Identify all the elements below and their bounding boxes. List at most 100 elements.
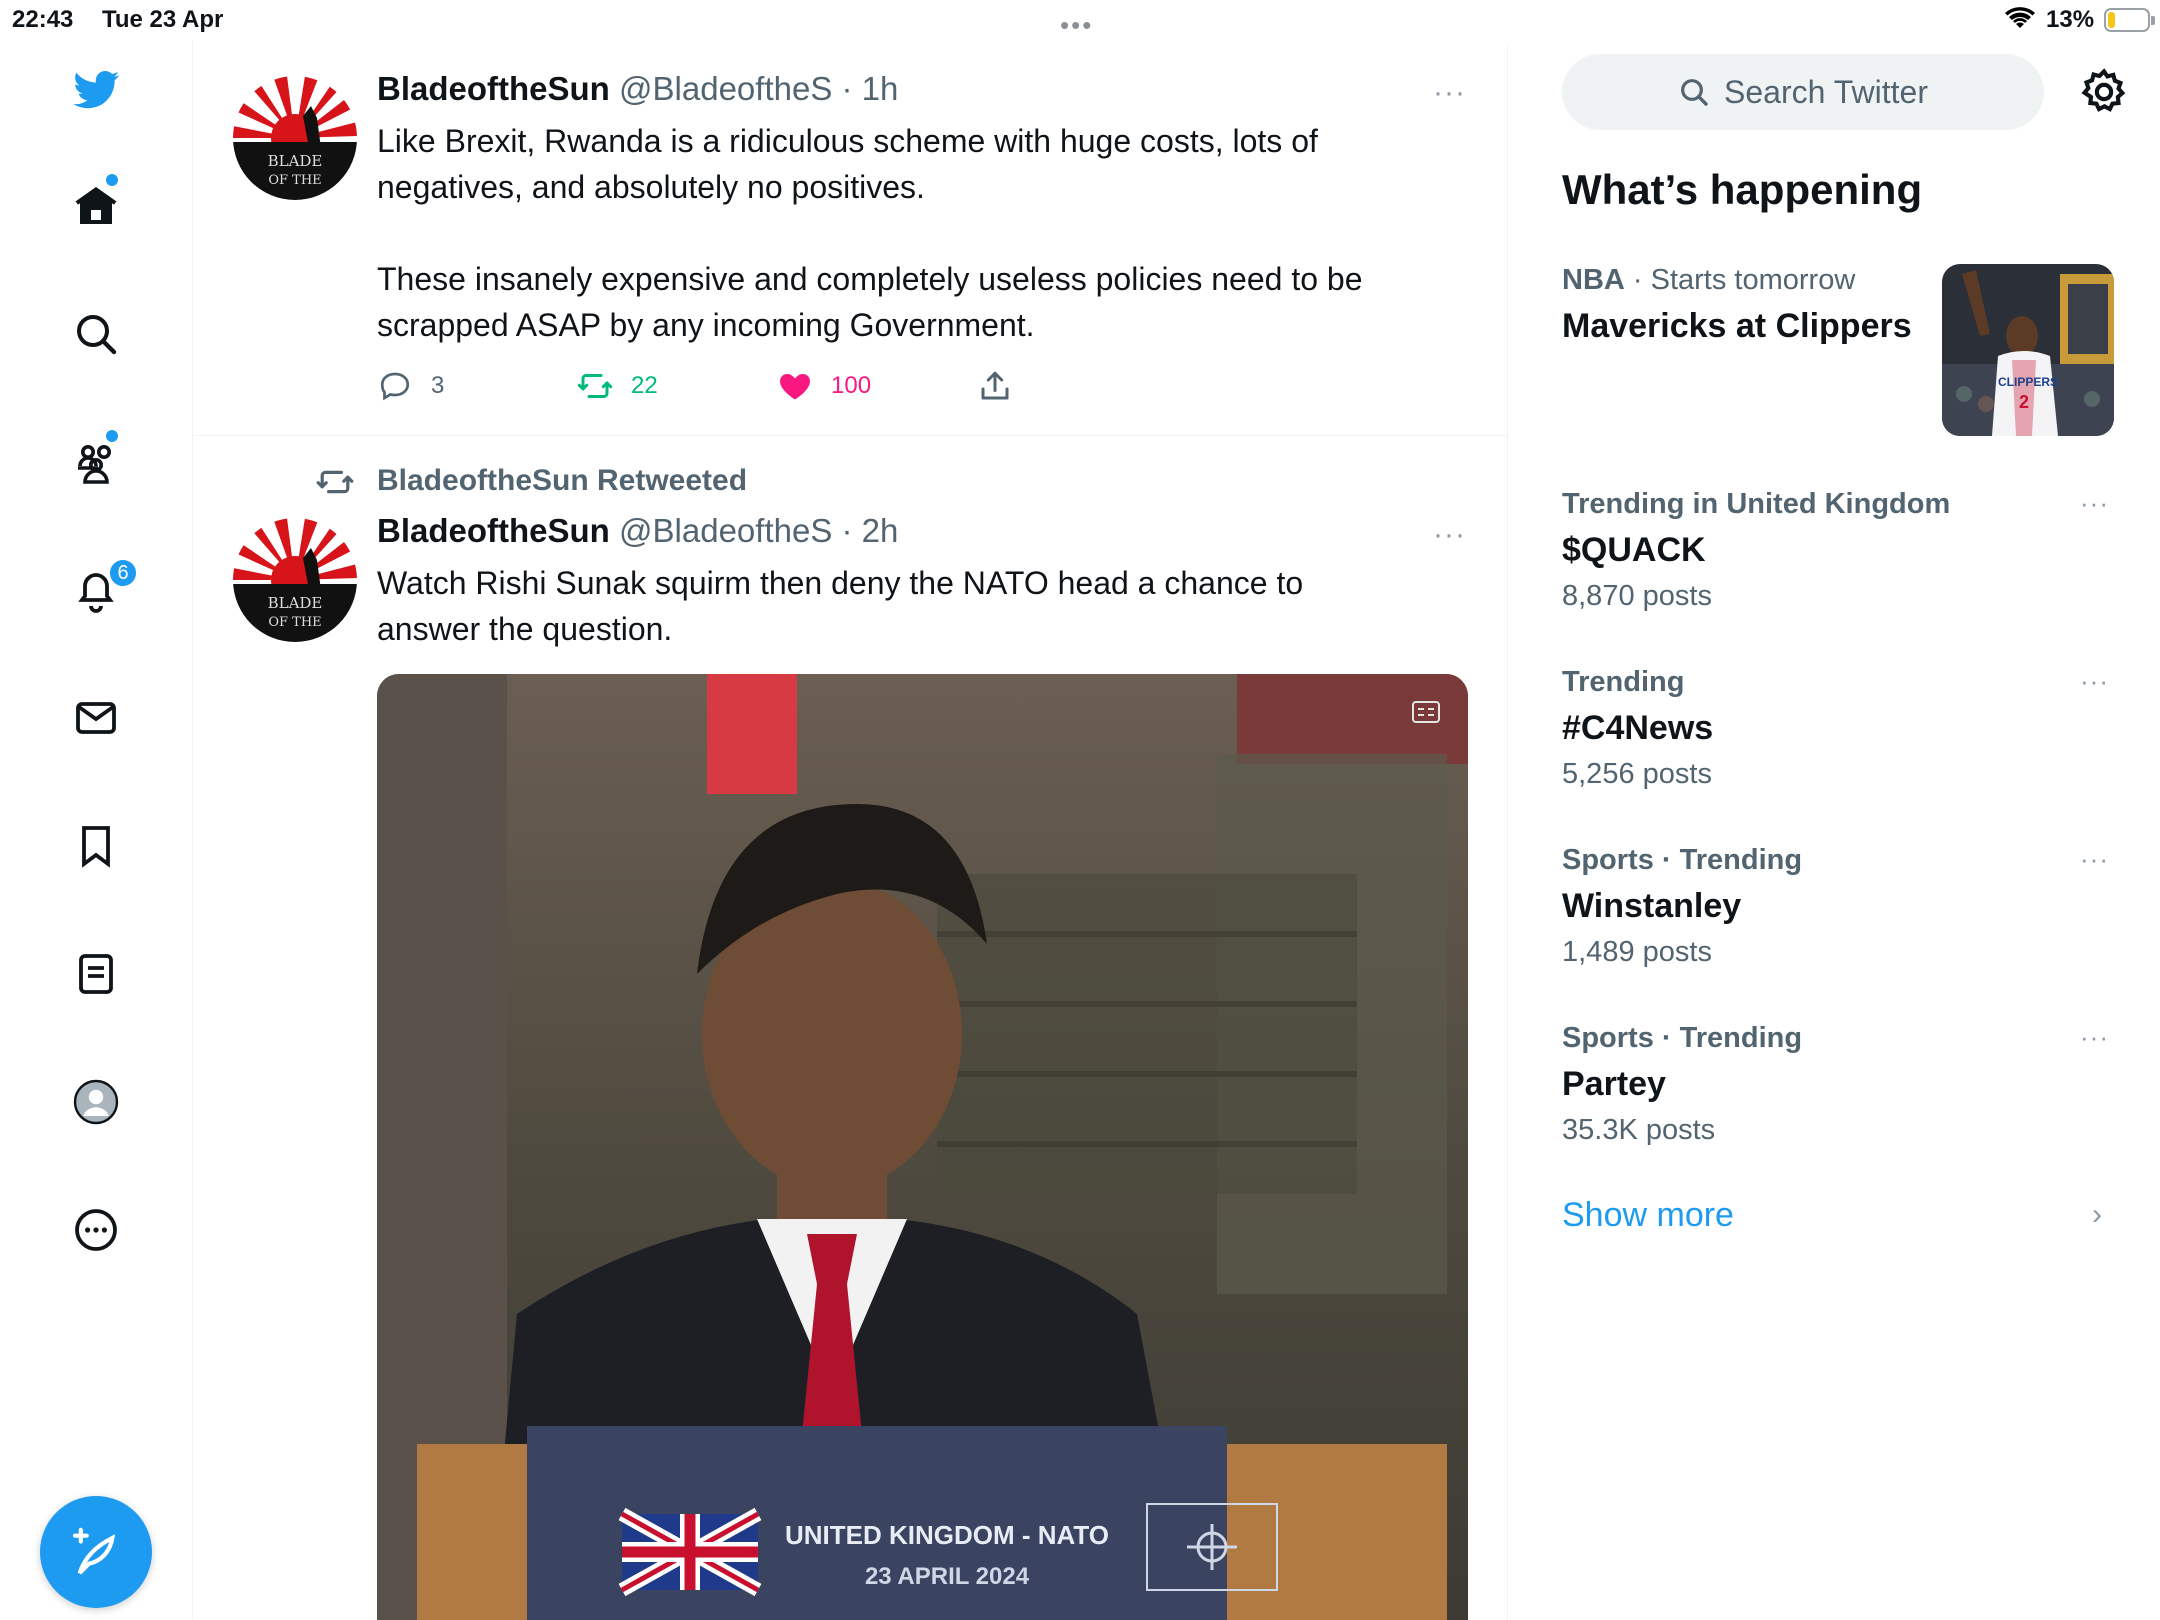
author-name[interactable]: BladeoftheSun: [377, 512, 610, 549]
like-button[interactable]: 100: [777, 368, 871, 404]
podium-caption-line1: UNITED KINGDOM - NATO: [785, 1520, 1109, 1550]
trend-title: Partey: [1562, 1065, 1666, 1103]
trend-item[interactable]: Sports · Trending Partey 35.3K posts: [1562, 1022, 2122, 1147]
tweet-text: Like Brexit, Rwanda is a ridiculous sche…: [377, 118, 1477, 348]
trend-category: Sports · Trending: [1562, 844, 1803, 876]
tweet-video[interactable]: UNITED KINGDOM - NATO 23 APRIL 2024: [377, 674, 1468, 1620]
trend-thumbnail[interactable]: CLIPPERS 2: [1942, 264, 2114, 436]
right-sidebar: Search Twitter What’s happening NBA · St…: [1508, 40, 2160, 1620]
tweet-more-button[interactable]: ···: [1433, 518, 1466, 552]
trend-post-count: 35.3K posts: [1562, 1114, 1716, 1146]
retweet-icon: [577, 374, 613, 398]
bookmarks-icon[interactable]: [60, 810, 132, 882]
trend-more-button[interactable]: ···: [2080, 488, 2109, 519]
tweet-text-line: negatives, and absolutely no positives.: [377, 169, 925, 205]
whats-happening-heading: What’s happening: [1562, 166, 1923, 213]
wifi-icon: [2005, 7, 2035, 28]
author-name[interactable]: BladeoftheSun: [377, 70, 610, 107]
author-handle[interactable]: @BladeoftheS: [619, 70, 832, 107]
trend-item[interactable]: Trending in United Kingdom $QUACK 8,870 …: [1562, 488, 2122, 613]
divider: [193, 435, 1508, 436]
communities-unread-dot: [106, 430, 118, 442]
tweet-time[interactable]: · 2h: [832, 512, 898, 549]
author-handle[interactable]: @BladeoftheS: [619, 512, 832, 549]
search-placeholder: Search Twitter: [1724, 73, 1928, 110]
battery-percent: 13%: [2046, 6, 2095, 33]
trend-item[interactable]: Sports · Trending Winstanley 1,489 posts: [1562, 844, 2122, 969]
trend-meta: Sports · Trending: [1562, 844, 2122, 877]
svg-text:BLADE: BLADE: [268, 594, 323, 612]
tweet-header: BladeoftheSun @BladeoftheS · 1h: [377, 70, 898, 108]
trend-title: $QUACK: [1562, 531, 1706, 569]
search-input[interactable]: Search Twitter: [1562, 54, 2044, 130]
trend-meta: Sports · Trending: [1562, 1022, 2122, 1055]
status-time: 22:43: [12, 6, 74, 33]
trend-post-count: 8,870 posts: [1562, 580, 1712, 612]
trend-more-button[interactable]: ···: [2080, 844, 2109, 875]
lists-icon[interactable]: [60, 938, 132, 1010]
trend-meta: Trending in United Kingdom: [1562, 488, 2122, 521]
tweet-text: Watch Rishi Sunak squirm then deny the N…: [377, 560, 1477, 652]
tweet-text-line: Like Brexit, Rwanda is a ridiculous sche…: [377, 123, 1318, 159]
tweet-header: BladeoftheSun @BladeoftheS · 2h: [377, 512, 898, 550]
trend-meta: Trending: [1562, 666, 2122, 699]
compose-tweet-button[interactable]: [40, 1496, 152, 1608]
multitasking-dots[interactable]: •••: [1060, 10, 1093, 41]
home-unread-dot: [106, 174, 118, 186]
avatar[interactable]: BLADE OF THE: [233, 518, 357, 642]
trend-more-button[interactable]: ···: [2080, 1022, 2109, 1053]
left-nav: 6: [0, 40, 193, 1620]
timeline: BLADE OF THE BladeoftheSun @BladeoftheS …: [193, 46, 1508, 1620]
trend-meta-rest: · Starts tomorrow: [1624, 264, 1856, 296]
trend-title: Winstanley: [1562, 887, 1742, 925]
retweeted-by-label[interactable]: BladeoftheSun Retweeted: [377, 464, 747, 498]
podium-caption-line2: 23 APRIL 2024: [865, 1563, 1030, 1590]
more-icon[interactable]: [60, 1194, 132, 1266]
settings-gear-icon[interactable]: [2078, 66, 2130, 118]
trend-category: NBA: [1562, 264, 1625, 296]
feather-icon: [72, 1527, 116, 1575]
messages-icon[interactable]: [60, 682, 132, 754]
search-icon: [1681, 79, 1708, 106]
tweet-actions: 3 22 100: [377, 368, 1077, 408]
svg-text:2: 2: [2019, 392, 2029, 412]
reply-count: 3: [431, 372, 445, 399]
tweet-text-line: These insanely expensive and completely …: [377, 261, 1363, 297]
retweet-count: 22: [631, 372, 658, 399]
twitter-logo-icon[interactable]: [60, 54, 132, 126]
trend-item[interactable]: Trending #C4News 5,256 posts: [1562, 666, 2122, 791]
tweet-text-line: answer the question.: [377, 611, 673, 647]
share-icon: [981, 371, 1009, 400]
trend-category: Sports · Trending: [1562, 1022, 1803, 1054]
heart-icon: [780, 374, 810, 400]
tweet-time[interactable]: · 1h: [832, 70, 898, 107]
avatar[interactable]: BLADE OF THE: [233, 76, 357, 200]
status-bar: 22:43 Tue 23 Apr ••• 13%: [0, 0, 2160, 40]
trend-post-count: 1,489 posts: [1562, 936, 1712, 968]
explore-icon[interactable]: [60, 298, 132, 370]
home-icon[interactable]: [60, 170, 132, 242]
notifications-badge: 6: [108, 558, 138, 588]
reply-button[interactable]: 3: [377, 368, 444, 404]
trend-post-count: 5,256 posts: [1562, 758, 1712, 790]
show-more-link[interactable]: Show more: [1562, 1196, 1734, 1235]
like-count: 100: [831, 372, 872, 399]
svg-text:BLADE: BLADE: [268, 152, 323, 170]
tweet-text-line: Watch Rishi Sunak squirm then deny the N…: [377, 565, 1304, 601]
share-button[interactable]: [977, 368, 1013, 404]
trend-title: #C4News: [1562, 709, 1714, 747]
trend-category: Trending: [1562, 666, 1685, 698]
trend-more-button[interactable]: ···: [2080, 666, 2109, 697]
tweet-text-line: scrapped ASAP by any incoming Government…: [377, 307, 1035, 343]
status-date: Tue 23 Apr: [102, 6, 224, 33]
retweet-button[interactable]: 22: [577, 368, 658, 404]
reply-icon: [380, 372, 410, 401]
retweet-icon: [316, 470, 354, 494]
profile-icon[interactable]: [60, 1066, 132, 1138]
trend-category: Trending in United Kingdom: [1562, 488, 1951, 520]
communities-icon[interactable]: [60, 426, 132, 498]
battery-icon: [2104, 8, 2155, 32]
chevron-right-icon[interactable]: ›: [2092, 1198, 2102, 1232]
svg-text:OF THE: OF THE: [268, 173, 321, 188]
tweet-more-button[interactable]: ···: [1433, 76, 1466, 110]
